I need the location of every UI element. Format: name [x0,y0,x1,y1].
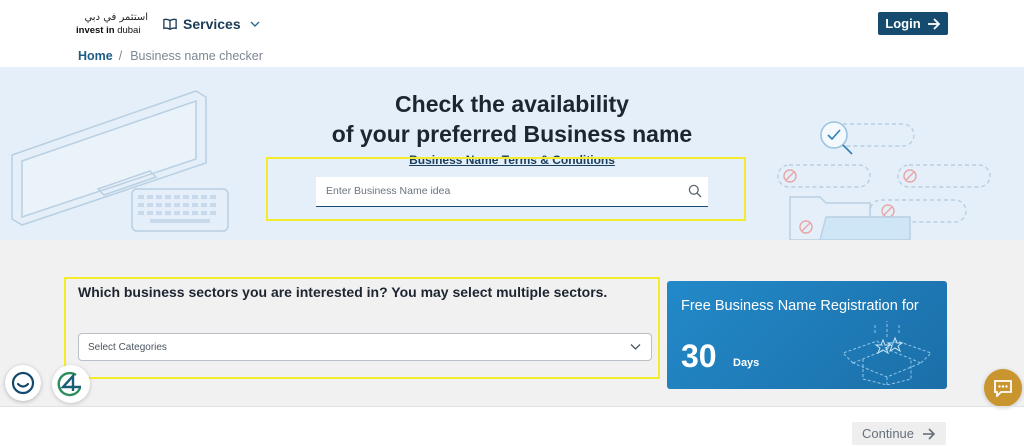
breadcrumb: Home / Business name checker [78,49,263,63]
continue-label: Continue [861,426,915,441]
services-menu[interactable]: Services [163,14,260,34]
open-box-illustration [842,321,932,385]
promo-title: Free Business Name Registration for [681,298,919,314]
continue-button[interactable]: Continue [852,422,946,445]
logo-arabic-text: استثمر في دبي [84,12,148,23]
live-chat-button[interactable] [984,369,1022,407]
business-name-input[interactable] [316,177,676,205]
sectors-question: Which business sectors you are intereste… [78,284,608,300]
search-icon[interactable] [688,184,702,198]
arrow-right-icon [923,427,936,440]
promo-days-number: 30 [681,338,717,374]
book-icon [163,18,177,30]
breadcrumb-separator: / [118,49,123,63]
business-name-search [316,177,708,207]
promo-days-unit: Days [733,357,760,369]
breadcrumb-current: Business name checker [130,49,263,63]
chevron-down-icon [630,344,641,350]
logo-en-light: dubai [117,25,141,36]
logo-en-bold: invest in [76,25,115,36]
categories-select-placeholder: Select Categories [88,342,167,353]
footer-divider [0,406,1024,407]
hero-section: Check the availability of your preferred… [0,67,1024,240]
message-icon [994,380,1012,397]
site-header: استثمر في دبي invest in dubai Services L… [0,0,1012,46]
categories-select[interactable]: Select Categories [78,333,652,361]
chatbot-button[interactable] [5,365,41,401]
breadcrumb-home-link[interactable]: Home [78,49,113,63]
chat-bot-icon [11,371,35,395]
chevron-down-icon [250,21,260,27]
arrow-right-icon [927,17,940,30]
logo-english-text: invest in dubai [76,25,140,36]
login-label: Login [885,16,921,31]
g4-widget-button[interactable] [52,365,90,403]
services-label: Services [183,16,241,32]
name-check-illustration [777,121,991,240]
g4-icon [57,371,82,397]
login-button[interactable]: Login [878,12,948,35]
invest-in-dubai-logo[interactable]: استثمر في دبي invest in dubai [76,12,148,36]
free-registration-promo: Free Business Name Registration for 30 D… [667,281,947,389]
